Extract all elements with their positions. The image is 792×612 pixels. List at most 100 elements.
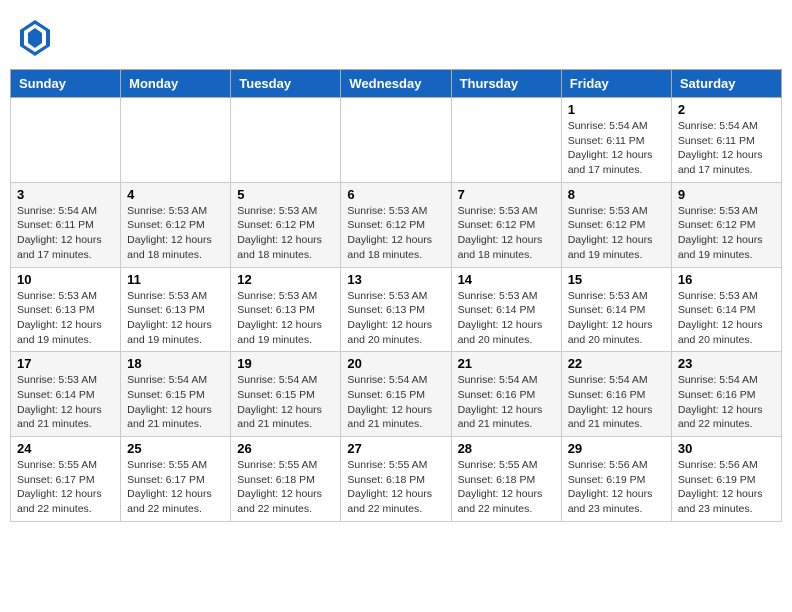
calendar-cell: 13 Sunrise: 5:53 AM Sunset: 6:13 PM Dayli… [341, 267, 451, 352]
day-number: 28 [458, 441, 555, 456]
day-info: Sunrise: 5:53 AM Sunset: 6:13 PM Dayligh… [347, 289, 444, 348]
day-info: Sunrise: 5:54 AM Sunset: 6:11 PM Dayligh… [568, 119, 665, 178]
calendar-cell: 25Sunrise: 5:55 AM Sunset: 6:17 PM Dayli… [121, 437, 231, 522]
weekday-header-sunday: Sunday [11, 70, 121, 98]
day-number: 3 [17, 187, 114, 202]
day-number: 27 [347, 441, 444, 456]
calendar-cell: 26 Sunrise: 5:55 AM Sunset: 6:18 PM Dayli… [231, 437, 341, 522]
day-info: Sunrise: 5:54 AM Sunset: 6:15 PM Dayligh… [127, 373, 224, 432]
calendar-cell: 24Sunrise: 5:55 AM Sunset: 6:17 PM Dayli… [11, 437, 121, 522]
day-info: Sunrise: 5:55 AM Sunset: 6:18 PM Dayligh… [237, 458, 334, 517]
day-info: Sunrise: 5:56 AM Sunset: 6:19 PM Dayligh… [568, 458, 665, 517]
day-info: Sunrise: 5:54 AM Sunset: 6:15 PM Dayligh… [347, 373, 444, 432]
day-info: Sunrise: 5:53 AM Sunset: 6:14 PM Dayligh… [678, 289, 775, 348]
calendar-week-4: 17 Sunrise: 5:53 AM Sunset: 6:14 PM Dayli… [11, 352, 782, 437]
day-info: Sunrise: 5:54 AM Sunset: 6:11 PM Dayligh… [678, 119, 775, 178]
calendar-cell [451, 98, 561, 183]
day-info: Sunrise: 5:53 AM Sunset: 6:12 PM Dayligh… [237, 204, 334, 263]
calendar-week-2: 3 Sunrise: 5:54 AM Sunset: 6:11 PM Daylig… [11, 182, 782, 267]
day-info: Sunrise: 5:54 AM Sunset: 6:15 PM Dayligh… [237, 373, 334, 432]
day-info: Sunrise: 5:53 AM Sunset: 6:14 PM Dayligh… [458, 289, 555, 348]
calendar-cell: 10Sunrise: 5:53 AM Sunset: 6:13 PM Dayli… [11, 267, 121, 352]
calendar-cell [231, 98, 341, 183]
calendar-cell [11, 98, 121, 183]
day-number: 23 [678, 356, 775, 371]
day-number: 2 [678, 102, 775, 117]
calendar-week-3: 10 Sunrise: 5:53 AM Sunset: 6:13 PM Dayli… [11, 267, 782, 352]
calendar-cell: 22 Sunrise: 5:54 AM Sunset: 6:16 PM Dayli… [561, 352, 671, 437]
calendar-cell [121, 98, 231, 183]
calendar-cell: 18Sunrise: 5:54 AM Sunset: 6:15 PM Dayli… [121, 352, 231, 437]
weekday-header-wednesday: Wednesday [341, 70, 451, 98]
day-number: 21 [458, 356, 555, 371]
calendar-cell: 14 Sunrise: 5:53 AM Sunset: 6:14 PM Dayli… [451, 267, 561, 352]
day-info: Sunrise: 5:55 AM Sunset: 6:17 PM Dayligh… [17, 458, 114, 517]
day-info: Sunrise: 5:55 AM Sunset: 6:18 PM Dayligh… [458, 458, 555, 517]
day-number: 19 [237, 356, 334, 371]
day-number: 29 [568, 441, 665, 456]
calendar-cell: 19 Sunrise: 5:54 AM Sunset: 6:15 PM Dayli… [231, 352, 341, 437]
calendar-cell: 11 Sunrise: 5:53 AM Sunset: 6:13 PM Dayli… [121, 267, 231, 352]
day-number: 5 [237, 187, 334, 202]
day-info: Sunrise: 5:56 AM Sunset: 6:19 PM Dayligh… [678, 458, 775, 517]
calendar-cell: 15 Sunrise: 5:53 AM Sunset: 6:14 PM Dayli… [561, 267, 671, 352]
calendar-cell: 16Sunrise: 5:53 AM Sunset: 6:14 PM Dayli… [671, 267, 781, 352]
day-number: 7 [458, 187, 555, 202]
day-number: 1 [568, 102, 665, 117]
day-number: 6 [347, 187, 444, 202]
logo [20, 20, 54, 56]
day-number: 10 [17, 272, 114, 287]
day-info: Sunrise: 5:54 AM Sunset: 6:16 PM Dayligh… [458, 373, 555, 432]
day-info: Sunrise: 5:53 AM Sunset: 6:12 PM Dayligh… [347, 204, 444, 263]
calendar-cell: 23 Sunrise: 5:54 AM Sunset: 6:16 PM Dayli… [671, 352, 781, 437]
logo-icon [20, 20, 50, 56]
calendar-cell: 17 Sunrise: 5:53 AM Sunset: 6:14 PM Dayli… [11, 352, 121, 437]
calendar-cell: 20Sunrise: 5:54 AM Sunset: 6:15 PM Dayli… [341, 352, 451, 437]
calendar-cell: 5 Sunrise: 5:53 AM Sunset: 6:12 PM Daylig… [231, 182, 341, 267]
calendar-table: SundayMondayTuesdayWednesdayThursdayFrid… [10, 69, 782, 522]
day-info: Sunrise: 5:53 AM Sunset: 6:12 PM Dayligh… [127, 204, 224, 263]
weekday-header-row: SundayMondayTuesdayWednesdayThursdayFrid… [11, 70, 782, 98]
calendar-week-1: 1 Sunrise: 5:54 AM Sunset: 6:11 PM Daylig… [11, 98, 782, 183]
day-number: 14 [458, 272, 555, 287]
calendar-body: 1 Sunrise: 5:54 AM Sunset: 6:11 PM Daylig… [11, 98, 782, 522]
day-info: Sunrise: 5:53 AM Sunset: 6:12 PM Dayligh… [568, 204, 665, 263]
calendar-cell: 4 Sunrise: 5:53 AM Sunset: 6:12 PM Daylig… [121, 182, 231, 267]
calendar-week-5: 24Sunrise: 5:55 AM Sunset: 6:17 PM Dayli… [11, 437, 782, 522]
calendar-cell: 9 Sunrise: 5:53 AM Sunset: 6:12 PM Daylig… [671, 182, 781, 267]
day-info: Sunrise: 5:54 AM Sunset: 6:16 PM Dayligh… [678, 373, 775, 432]
calendar-cell: 1 Sunrise: 5:54 AM Sunset: 6:11 PM Daylig… [561, 98, 671, 183]
day-info: Sunrise: 5:54 AM Sunset: 6:11 PM Dayligh… [17, 204, 114, 263]
calendar-cell: 30 Sunrise: 5:56 AM Sunset: 6:19 PM Dayli… [671, 437, 781, 522]
calendar-cell: 2 Sunrise: 5:54 AM Sunset: 6:11 PM Daylig… [671, 98, 781, 183]
day-info: Sunrise: 5:54 AM Sunset: 6:16 PM Dayligh… [568, 373, 665, 432]
day-info: Sunrise: 5:53 AM Sunset: 6:12 PM Dayligh… [458, 204, 555, 263]
header [10, 10, 782, 61]
day-info: Sunrise: 5:53 AM Sunset: 6:13 PM Dayligh… [127, 289, 224, 348]
calendar-cell: 3 Sunrise: 5:54 AM Sunset: 6:11 PM Daylig… [11, 182, 121, 267]
calendar-cell: 6 Sunrise: 5:53 AM Sunset: 6:12 PM Daylig… [341, 182, 451, 267]
day-number: 13 [347, 272, 444, 287]
calendar-cell: 7 Sunrise: 5:53 AM Sunset: 6:12 PM Daylig… [451, 182, 561, 267]
day-number: 22 [568, 356, 665, 371]
day-number: 11 [127, 272, 224, 287]
calendar-cell: 27 Sunrise: 5:55 AM Sunset: 6:18 PM Dayli… [341, 437, 451, 522]
calendar-cell: 28 Sunrise: 5:55 AM Sunset: 6:18 PM Dayli… [451, 437, 561, 522]
calendar-cell: 21 Sunrise: 5:54 AM Sunset: 6:16 PM Dayli… [451, 352, 561, 437]
calendar-cell: 29 Sunrise: 5:56 AM Sunset: 6:19 PM Dayli… [561, 437, 671, 522]
day-info: Sunrise: 5:53 AM Sunset: 6:12 PM Dayligh… [678, 204, 775, 263]
calendar-cell [341, 98, 451, 183]
day-number: 17 [17, 356, 114, 371]
day-number: 4 [127, 187, 224, 202]
calendar-cell: 12Sunrise: 5:53 AM Sunset: 6:13 PM Dayli… [231, 267, 341, 352]
day-info: Sunrise: 5:55 AM Sunset: 6:18 PM Dayligh… [347, 458, 444, 517]
day-number: 9 [678, 187, 775, 202]
day-number: 26 [237, 441, 334, 456]
day-number: 30 [678, 441, 775, 456]
weekday-header-friday: Friday [561, 70, 671, 98]
weekday-header-thursday: Thursday [451, 70, 561, 98]
day-info: Sunrise: 5:53 AM Sunset: 6:14 PM Dayligh… [17, 373, 114, 432]
weekday-header-tuesday: Tuesday [231, 70, 341, 98]
day-number: 15 [568, 272, 665, 287]
day-info: Sunrise: 5:53 AM Sunset: 6:14 PM Dayligh… [568, 289, 665, 348]
